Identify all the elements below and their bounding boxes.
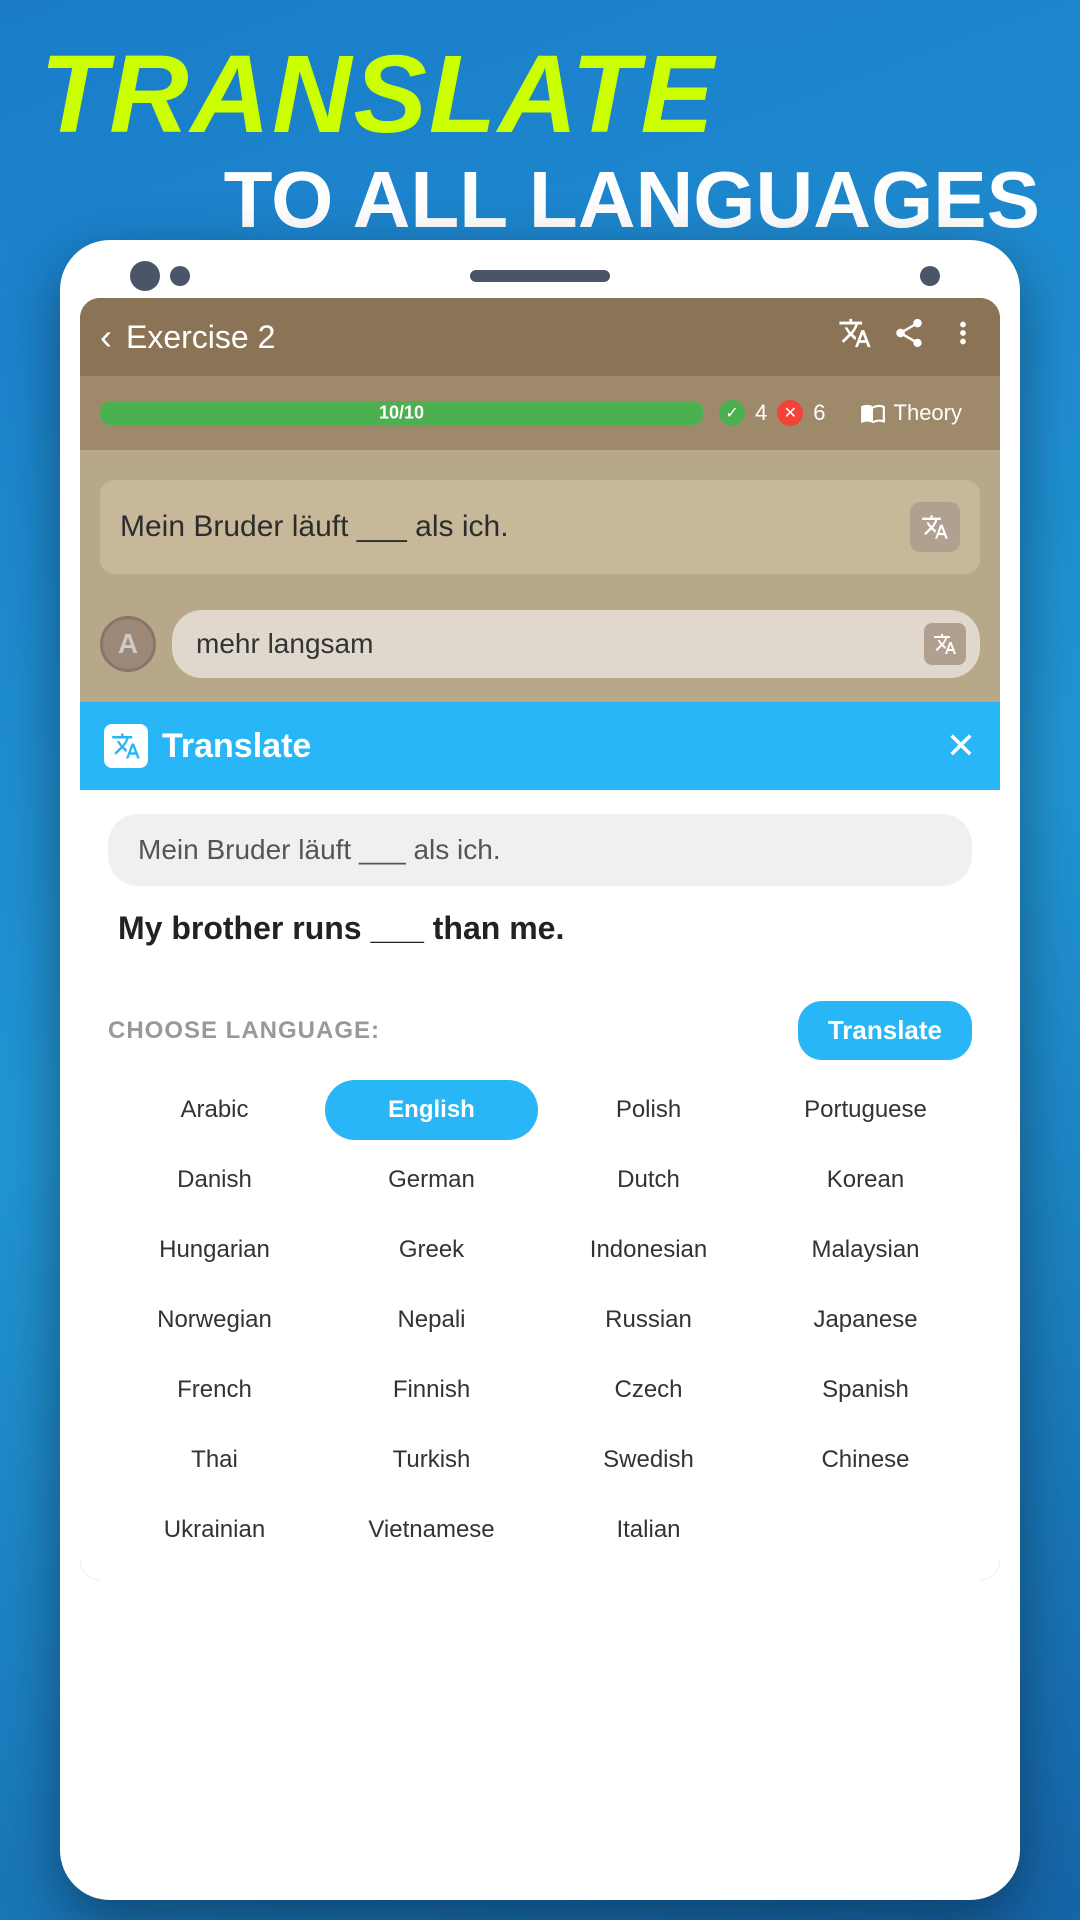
language-item-thai[interactable]: Thai [108,1430,321,1490]
language-item-italian[interactable]: Italian [542,1500,755,1560]
language-item-turkish[interactable]: Turkish [325,1430,538,1490]
answer-area: A mehr langsam [80,594,1000,702]
language-item-korean[interactable]: Korean [759,1150,972,1210]
language-item-spanish[interactable]: Spanish [759,1360,972,1420]
progress-text: 10/10 [379,403,424,424]
app-screen: ‹ Exercise 2 [80,298,1000,1580]
answer-translate-icon[interactable] [924,623,966,665]
header-left: ‹ Exercise 2 [100,316,275,358]
phone-speaker [470,270,610,282]
exercise-area: Mein Bruder läuft ___ als ich. [80,450,1000,594]
wrong-count: 6 [813,400,825,426]
question-text: Mein Bruder läuft ___ als ich. [120,510,509,544]
language-item-russian[interactable]: Russian [542,1290,755,1350]
language-item-hungarian[interactable]: Hungarian [108,1220,321,1280]
translate-dialog-title: Translate [162,727,311,766]
language-item-greek[interactable]: Greek [325,1220,538,1280]
language-item-dutch[interactable]: Dutch [542,1150,755,1210]
translate-action-button[interactable]: Translate [798,1001,972,1060]
language-item-vietnamese[interactable]: Vietnamese [325,1500,538,1560]
translate-dialog-header: Translate ✕ [80,702,1000,790]
answer-container: mehr langsam [172,610,980,678]
language-item-nepali[interactable]: Nepali [325,1290,538,1350]
answer-input[interactable]: mehr langsam [172,610,980,678]
language-grid: ArabicEnglishPolishPortuguese DanishGerma… [108,1080,972,1560]
more-icon[interactable] [946,316,980,358]
translate-dialog: Translate ✕ Mein Bruder läuft ___ als ic… [80,702,1000,1580]
theory-label: Theory [894,400,962,426]
language-item-portuguese[interactable]: Portuguese [759,1080,972,1140]
phone-camera-left [130,261,160,291]
language-item-polish[interactable]: Polish [542,1080,755,1140]
share-icon[interactable] [892,316,926,358]
avatar: A [100,616,156,672]
language-item-malaysian[interactable]: Malaysian [759,1220,972,1280]
header-icons [838,316,980,358]
question-translate-btn[interactable] [910,502,960,552]
translation-content: Mein Bruder läuft ___ als ich. My brothe… [80,790,1000,1001]
score-badges: ✓ 4 ✕ 6 [719,400,826,426]
language-item-english[interactable]: English [325,1080,538,1140]
language-item-chinese[interactable]: Chinese [759,1430,972,1490]
correct-count: 4 [755,400,767,426]
translate-header-left: Translate [104,724,311,768]
language-item-indonesian[interactable]: Indonesian [542,1220,755,1280]
app-header: ‹ Exercise 2 [80,298,1000,376]
wrong-icon: ✕ [777,400,803,426]
correct-icon: ✓ [719,400,745,426]
phone-mockup: ‹ Exercise 2 [60,240,1020,1900]
google-translate-icon [104,724,148,768]
language-item-swedish[interactable]: Swedish [542,1430,755,1490]
question-row: Mein Bruder läuft ___ als ich. [100,480,980,574]
chooser-header: CHOOSE LANGUAGE: Translate [108,1001,972,1060]
phone-sensor [920,266,940,286]
translate-close-button[interactable]: ✕ [946,725,976,767]
language-item-finnish[interactable]: Finnish [325,1360,538,1420]
translate-icon[interactable] [838,316,872,358]
translated-text: My brother runs ___ than me. [108,910,972,947]
language-item-czech[interactable]: Czech [542,1360,755,1420]
language-item-german[interactable]: German [325,1150,538,1210]
language-item-norwegian[interactable]: Norwegian [108,1290,321,1350]
language-item-ukrainian[interactable]: Ukrainian [108,1500,321,1560]
subtitle: TO ALL LANGUAGES [40,160,1040,240]
chooser-label: CHOOSE LANGUAGE: [108,1017,380,1045]
language-item-french[interactable]: French [108,1360,321,1420]
exercise-title: Exercise 2 [126,319,275,356]
source-text: Mein Bruder läuft ___ als ich. [108,814,972,886]
phone-top-bar [80,270,1000,282]
language-item-arabic[interactable]: Arabic [108,1080,321,1140]
phone-camera-right [170,266,190,286]
language-item-japanese[interactable]: Japanese [759,1290,972,1350]
back-button[interactable]: ‹ [100,316,112,358]
progress-bar-container: 10/10 [100,401,703,425]
language-chooser: CHOOSE LANGUAGE: Translate ArabicEnglish… [80,1001,1000,1580]
title-area: TRANSLATE TO ALL LANGUAGES [40,40,1040,240]
main-title: TRANSLATE [40,40,1040,150]
theory-button[interactable]: Theory [842,390,980,436]
progress-area: 10/10 ✓ 4 ✕ 6 Theory [80,376,1000,450]
language-item-danish[interactable]: Danish [108,1150,321,1210]
